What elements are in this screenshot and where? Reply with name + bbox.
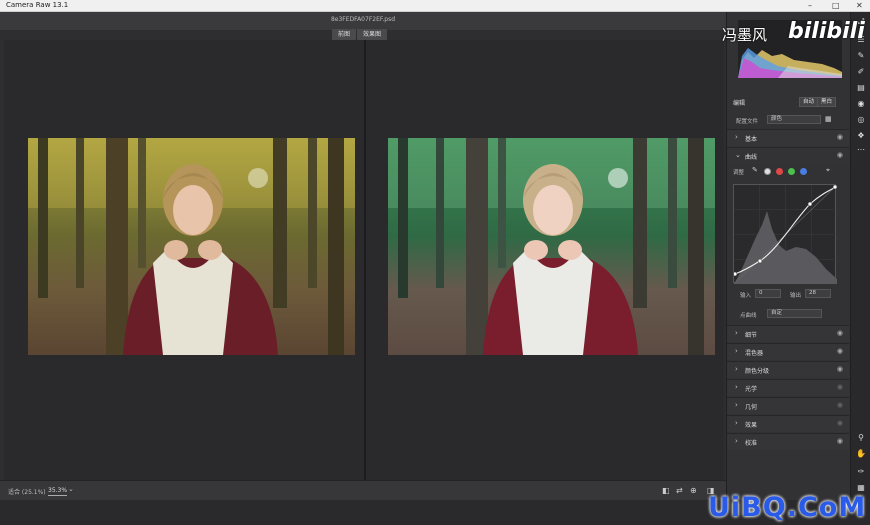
chevron-right-icon: › [735,383,738,391]
channel-rgb-button[interactable] [764,168,771,175]
eye-icon[interactable]: ◉ [837,419,843,427]
more-icon[interactable]: ⋯ [854,144,868,156]
chevron-right-icon: › [735,401,738,409]
view-tabs: 前图 效果图 [332,29,388,40]
point-curve-label: 点曲线 [740,313,757,319]
channel-red-button[interactable] [776,168,783,175]
eye-icon[interactable]: ◉ [837,151,843,159]
section-optics[interactable]: › 光学 ◉ [727,379,849,396]
profile-select[interactable]: 颜色 [767,115,821,124]
photo-before[interactable] [28,138,355,355]
chevron-right-icon: › [735,365,738,373]
curve-input-label: 输入 [740,293,752,299]
tone-curve-graph [732,184,838,285]
copy-settings-icon[interactable]: ⊕ [690,486,697,496]
target-adjust-icon[interactable]: ⌖ [826,166,830,175]
photo-before-image [28,138,355,355]
eye-icon[interactable]: ◉ [837,383,843,391]
curve-adjust-label: 调整 [733,170,745,176]
file-name: 8e3FEDFA07F2EF.psd [330,16,396,23]
heal-icon[interactable]: ✐ [854,66,868,78]
parametric-curve-icon[interactable]: ✎ [752,166,758,174]
eye-icon[interactable]: ◉ [837,437,843,445]
section-color-mixer-label: 混色器 [745,350,764,357]
photo-after-image [388,138,715,355]
watermark-site: UiBQ.CoM [708,492,867,523]
window-title: Camera Raw 13.1 [6,1,69,9]
chevron-right-icon: › [735,437,738,445]
file-bar: 8e3FEDFA07F2EF.psd [0,12,726,30]
channel-blue-button[interactable] [800,168,807,175]
crop-icon[interactable]: ▤ [854,82,868,94]
close-button[interactable]: ✕ [856,0,863,11]
section-color-grading[interactable]: › 颜色分级 ◉ [727,361,849,378]
eye-icon[interactable]: ◉ [837,347,843,355]
chevron-down-icon: ⌄ [735,151,741,159]
section-basic[interactable]: › 基本 ◉ [727,129,849,146]
photo-after[interactable] [388,138,715,355]
red-eye-icon[interactable]: ◎ [854,114,868,126]
zoom-label: 适合 (25.1%) [8,489,46,496]
profile-label: 配置文件 [736,119,759,125]
edit-title: 编辑 [733,100,746,107]
tool-strip: ⤢ ☰ ✎ ✐ ▤ ◉ ◎ ❖ ⋯ ⚲ ✋ ✑ ▦ [850,12,870,500]
section-effects[interactable]: › 效果 ◉ [727,415,849,432]
tab-before[interactable]: 前图 [332,29,357,40]
bottom-bar: 适合 (25.1%) 35.3% ⌄ ◧ ⇄ ⊕ ◨ [0,480,726,500]
curve-input-field[interactable]: 0 [755,289,781,298]
section-basic-label: 基本 [745,136,758,143]
section-curve-label: 曲线 [745,154,758,161]
section-effects-label: 效果 [745,422,758,429]
eye-icon[interactable]: ◉ [837,365,843,373]
section-curve[interactable]: ⌄ 曲线 ◉ [727,147,849,164]
split-divider [364,40,366,480]
maximize-button[interactable]: □ [832,0,840,11]
mask-icon[interactable]: ◉ [854,98,868,110]
section-geometry[interactable]: › 几何 ◉ [727,397,849,414]
profile-browser-icon[interactable]: ▦ [825,115,832,123]
watermark-author: 冯墨风 [722,26,768,44]
title-bar: Camera Raw 13.1 – □ ✕ [0,0,870,12]
channel-green-button[interactable] [788,168,795,175]
section-color-grading-label: 颜色分级 [745,368,770,375]
section-detail[interactable]: › 细节 ◉ [727,325,849,342]
chevron-right-icon: › [735,133,738,141]
eyedropper-icon[interactable]: ✑ [854,466,868,478]
zoom-icon[interactable]: ⚲ [854,432,868,444]
point-curve-select[interactable]: 自定 [767,309,822,318]
section-calibration[interactable]: › 校准 ◉ [727,433,849,450]
minimize-button[interactable]: – [808,0,812,11]
brush-icon[interactable]: ✎ [854,50,868,62]
hand-icon[interactable]: ✋ [854,448,868,460]
section-detail-label: 细节 [745,332,758,339]
bw-button[interactable]: 黑白 [817,97,837,107]
presets-icon[interactable]: ❖ [854,130,868,142]
eye-icon[interactable]: ◉ [837,401,843,409]
auto-button[interactable]: 自动 [799,97,819,107]
swap-icon[interactable]: ⇄ [676,486,683,496]
zoom-dropdown-icon[interactable]: ⌄ [68,485,74,493]
camera-raw-window: Camera Raw 13.1 – □ ✕ 8e3FEDFA07F2EF.psd… [0,0,870,525]
compare-icon[interactable]: ◧ [662,486,670,496]
curve-output-field[interactable]: 28 [805,289,831,298]
chevron-right-icon: › [735,347,738,355]
tone-curve[interactable] [732,184,838,285]
chevron-right-icon: › [735,419,738,427]
eye-icon[interactable]: ◉ [837,329,843,337]
chevron-right-icon: › [735,329,738,337]
section-optics-label: 光学 [745,386,758,393]
curve-output-label: 输出 [790,293,802,299]
watermark-bilibili-logo: bilibili [788,19,865,44]
section-color-mixer[interactable]: › 混色器 ◉ [727,343,849,360]
zoom-value[interactable]: 35.3% [48,487,68,496]
eye-icon[interactable]: ◉ [837,133,843,141]
section-calibration-label: 校准 [745,440,758,447]
section-geometry-label: 几何 [745,404,758,411]
tab-after[interactable]: 效果图 [357,29,388,40]
